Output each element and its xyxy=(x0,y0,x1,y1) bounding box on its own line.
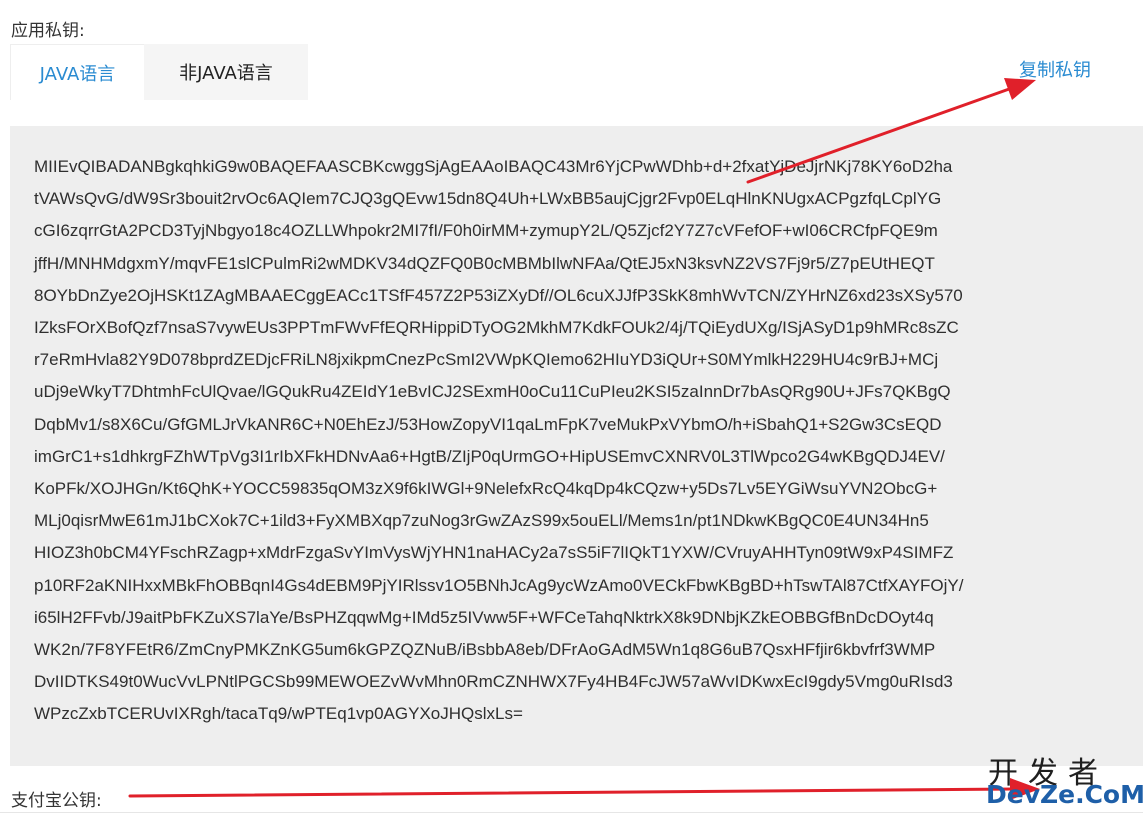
private-key-line: WPzcZxbTCERUvIXRgh/tacaTq9/wPTEq1vp0AGYX… xyxy=(34,704,523,724)
private-key-line: KoPFk/XOJHGn/Kt6QhK+YOCC59835qOM3zX9f6kI… xyxy=(34,479,938,499)
copy-private-key-link[interactable]: 复制私钥 xyxy=(1019,56,1091,82)
language-tabs: JAVA语言 非JAVA语言 xyxy=(10,44,310,100)
private-key-line: MIIEvQIBADANBgkqhkiG9w0BAQEFAASCBKcwggSj… xyxy=(34,157,953,176)
private-key-line: tVAWsQvG/dW9Sr3bouit2rvOc6AQIem7CJQ3gQEv… xyxy=(34,189,942,209)
private-key-box: MIIEvQIBADANBgkqhkiG9w0BAQEFAASCBKcwggSj… xyxy=(10,126,1143,766)
watermark: 开发者 DevZe.CoM xyxy=(986,748,1143,812)
tab-non-java[interactable]: 非JAVA语言 xyxy=(144,44,308,100)
tab-java[interactable]: JAVA语言 xyxy=(10,44,144,100)
private-key-line: IZksFOrXBofQzf7nsaS7vywEUs3PPTmFWvFfEQRH… xyxy=(34,318,959,338)
divider xyxy=(0,812,1143,813)
private-key-line: cGI6zqrrGtA2PCD3TyjNbgyo18c4OZLLWhpokr2M… xyxy=(34,221,938,241)
watermark-logo-text: DevZe.CoM xyxy=(986,780,1143,809)
private-key-line: i65lH2FFvb/J9aitPbFKZuXS7laYe/BsPHZqqwMg… xyxy=(34,607,934,627)
alipay-public-key-label: 支付宝公钥: xyxy=(11,791,102,811)
private-key-line: r7eRmHvla82Y9D078bprdZEDjcFRiLN8jxikpmCn… xyxy=(34,350,939,370)
private-key-line: uDj9eWkyT7DhtmhFcUlQvae/lGQukRu4ZEIdY1eB… xyxy=(34,382,951,402)
private-key-line: WK2n/7F8YFEtR6/ZmCnyPMKZnKG5um6kGPZQZNuB… xyxy=(34,640,936,660)
private-key-line: DqbMv1/s8X6Cu/GfGMLJrVkANR6C+N0EhEzJ/53H… xyxy=(34,414,942,434)
private-key-text[interactable]: MIIEvQIBADANBgkqhkiG9w0BAQEFAASCBKcwggSj… xyxy=(34,151,1138,731)
private-key-line: imGrC1+s1dhkrgFZhWTpVg3I1rIbXFkHDNvAa6+H… xyxy=(34,446,945,466)
private-key-line: HIOZ3h0bCM4YFschRZagp+xMdrFzgaSvYImVysWj… xyxy=(34,543,954,563)
arrow-to-public-key xyxy=(128,778,1040,800)
private-key-line: DvIIDTKS49t0WucVvLPNtlPGCSb99MEWOEZvWvMh… xyxy=(34,672,953,692)
private-key-line: MLj0qisrMwE61mJ1bCXok7C+1ild3+FyXMBXqp7z… xyxy=(34,511,929,531)
private-key-line: p10RF2aKNIHxxMBkFhOBBqnI4Gs4dEBM9PjYIRls… xyxy=(34,575,964,595)
private-key-line: 8OYbDnZye2OjHSKt1ZAgMBAAECggEACc1TSfF457… xyxy=(34,285,963,305)
app-private-key-label: 应用私钥: xyxy=(11,21,85,41)
private-key-line: jffH/MNHMdgxmY/mqvFE1slCPulmRi2wMDKV34dQ… xyxy=(34,253,935,273)
